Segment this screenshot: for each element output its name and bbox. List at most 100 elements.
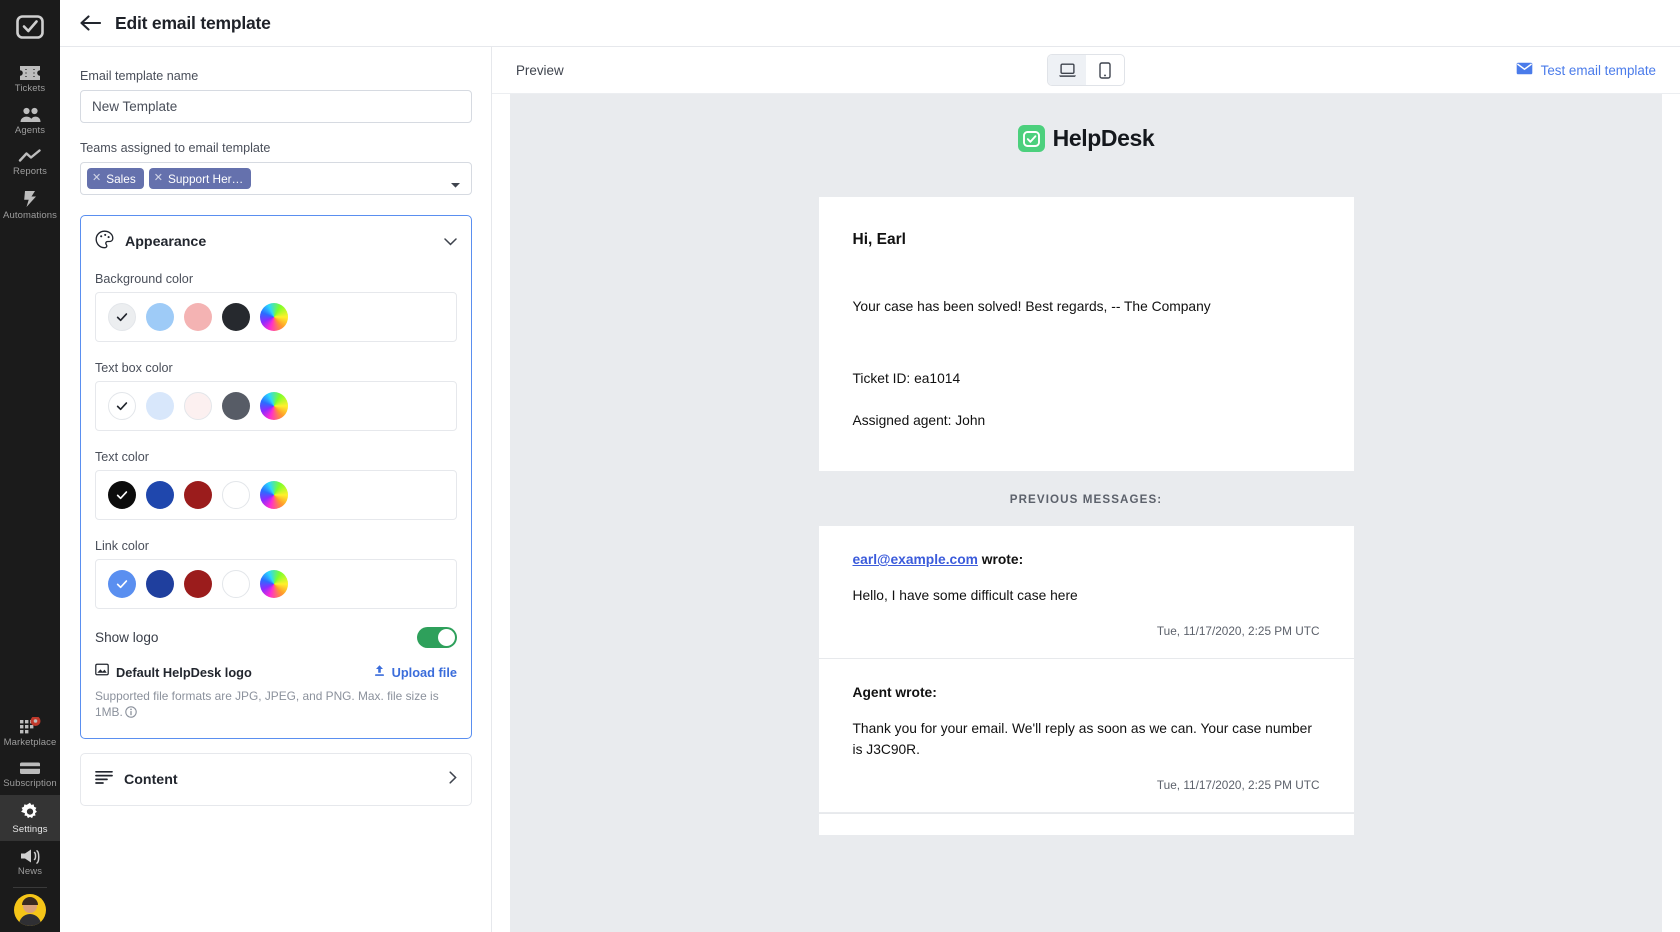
test-email-template-button[interactable]: Test email template xyxy=(1516,62,1656,78)
chevron-down-icon[interactable] xyxy=(444,233,457,251)
swatch-pale-pink[interactable] xyxy=(184,392,212,420)
preview-canvas: HelpDesk Hi, Earl Your case has been sol… xyxy=(492,94,1680,932)
swatch-white[interactable] xyxy=(222,481,250,509)
back-arrow-icon[interactable] xyxy=(80,15,101,31)
sidebar-item-settings[interactable]: Settings xyxy=(0,795,60,841)
sidebar-item-subscription[interactable]: Subscription xyxy=(0,754,60,795)
email-ticket-id: Ticket ID: ea1014 xyxy=(853,369,1320,389)
swatch-white[interactable] xyxy=(222,570,250,598)
appearance-card-body: Background color Text box c xyxy=(81,272,471,738)
megaphone-icon xyxy=(19,848,41,864)
envelope-icon xyxy=(1516,62,1533,78)
preview-panel: Preview xyxy=(492,47,1680,932)
team-tag-label: Support Her… xyxy=(168,172,243,186)
message-timestamp: Tue, 11/17/2020, 2:25 PM UTC xyxy=(853,778,1320,792)
close-icon[interactable]: ✕ xyxy=(92,173,101,184)
sidebar-item-label: Agents xyxy=(15,125,45,136)
content-card-header[interactable]: Content xyxy=(81,754,471,805)
sidebar-item-tickets[interactable]: Tickets xyxy=(0,58,60,100)
show-logo-toggle[interactable] xyxy=(417,627,457,648)
spacer xyxy=(80,195,471,215)
link-color-label: Link color xyxy=(95,539,457,553)
message-text: Thank you for your email. We'll reply as… xyxy=(853,718,1320,760)
check-icon xyxy=(115,577,129,591)
agents-icon xyxy=(19,107,42,123)
appearance-card: Appearance Background color xyxy=(80,215,472,739)
app-logo[interactable] xyxy=(8,8,52,48)
swatch-custom-color-wheel[interactable] xyxy=(260,481,288,509)
teams-assigned-select[interactable]: ✕ Sales ✕ Support Her… xyxy=(80,162,472,195)
device-mobile-button[interactable] xyxy=(1086,55,1124,85)
sidebar-item-marketplace[interactable]: Marketplace xyxy=(0,710,60,754)
previous-messages-label: PREVIOUS MESSAGES: xyxy=(819,471,1354,526)
spacer xyxy=(853,389,1320,411)
customer-email-link[interactable]: earl@example.com xyxy=(853,552,978,567)
avatar[interactable] xyxy=(14,894,46,926)
text-box-color-swatches xyxy=(95,381,457,431)
team-tag-support-heroes[interactable]: ✕ Support Her… xyxy=(149,168,252,189)
laptop-icon xyxy=(1058,63,1077,78)
swatch-custom-color-wheel[interactable] xyxy=(260,392,288,420)
device-desktop-button[interactable] xyxy=(1048,55,1086,85)
chevron-down-icon[interactable] xyxy=(450,176,461,194)
sidebar-item-news[interactable]: News xyxy=(0,841,60,883)
upload-file-button[interactable]: Upload file xyxy=(373,664,457,680)
swatch-light-blue[interactable] xyxy=(146,303,174,331)
upload-icon xyxy=(373,664,386,680)
info-icon[interactable] xyxy=(125,706,137,722)
logo-upload-hint: Supported file formats are JPG, JPEG, an… xyxy=(95,688,440,722)
phone-icon xyxy=(1099,62,1111,79)
appearance-card-header[interactable]: Appearance xyxy=(81,216,471,266)
text-box-color-label: Text box color xyxy=(95,361,457,375)
sidebar-item-automations[interactable]: Automations xyxy=(0,183,60,227)
device-toggle-group xyxy=(1047,54,1125,86)
app-root: Tickets Agents Reports Au xyxy=(0,0,1680,932)
message-timestamp: Tue, 11/17/2020, 2:25 PM UTC xyxy=(853,624,1320,638)
swatch-white[interactable] xyxy=(108,392,136,420)
test-email-template-label: Test email template xyxy=(1541,63,1656,78)
content-split: Email template name New Template Teams a… xyxy=(60,47,1680,932)
reports-chart-icon xyxy=(18,149,42,164)
swatch-navy[interactable] xyxy=(146,570,174,598)
email-message-next-partial xyxy=(819,813,1354,835)
sidebar-item-reports[interactable]: Reports xyxy=(0,142,60,183)
avatar-hair xyxy=(22,897,38,905)
team-tag-sales[interactable]: ✕ Sales xyxy=(87,168,144,189)
email-brand-name: HelpDesk xyxy=(1053,125,1155,152)
sidebar-item-label: Subscription xyxy=(3,778,56,789)
swatch-cornflower-blue[interactable] xyxy=(108,570,136,598)
logo-name-group: Default HelpDesk logo xyxy=(95,663,252,681)
top-bar: Edit email template xyxy=(60,0,1680,47)
marketplace-icon xyxy=(19,717,41,735)
swatch-dark-red[interactable] xyxy=(184,570,212,598)
swatch-near-black[interactable] xyxy=(222,303,250,331)
message-from-line: Agent wrote: xyxy=(853,685,1320,700)
rail-primary-items: Tickets Agents Reports Au xyxy=(0,58,60,227)
email-template-name-input[interactable]: New Template xyxy=(80,90,472,123)
swatch-custom-color-wheel[interactable] xyxy=(260,570,288,598)
logo-file-row: Default HelpDesk logo Upload file xyxy=(95,663,457,681)
swatch-pale-blue[interactable] xyxy=(146,392,174,420)
rail-divider xyxy=(13,887,47,888)
avatar-body xyxy=(19,914,41,926)
chevron-right-icon[interactable] xyxy=(449,771,457,789)
sidebar-item-agents[interactable]: Agents xyxy=(0,100,60,142)
swatch-black[interactable] xyxy=(108,481,136,509)
palette-icon xyxy=(95,230,114,254)
swatch-pink[interactable] xyxy=(184,303,212,331)
email-message-customer: earl@example.com wrote: Hello, I have so… xyxy=(819,526,1354,658)
swatch-blue[interactable] xyxy=(146,481,174,509)
preview-title: Preview xyxy=(516,63,564,78)
swatch-custom-color-wheel[interactable] xyxy=(260,303,288,331)
content-card[interactable]: Content xyxy=(80,753,472,806)
email-main-card: Hi, Earl Your case has been solved! Best… xyxy=(819,197,1354,471)
main-area: Edit email template Email template name … xyxy=(60,0,1680,932)
swatch-light-gray[interactable] xyxy=(108,303,136,331)
swatch-dark-gray[interactable] xyxy=(222,392,250,420)
email-message-agent: Agent wrote: Thank you for your email. W… xyxy=(819,658,1354,812)
content-title: Content xyxy=(124,772,178,788)
swatch-dark-red[interactable] xyxy=(184,481,212,509)
message-text: Hello, I have some difficult case here xyxy=(853,585,1320,606)
list-lines-icon xyxy=(95,770,113,789)
close-icon[interactable]: ✕ xyxy=(154,173,163,184)
